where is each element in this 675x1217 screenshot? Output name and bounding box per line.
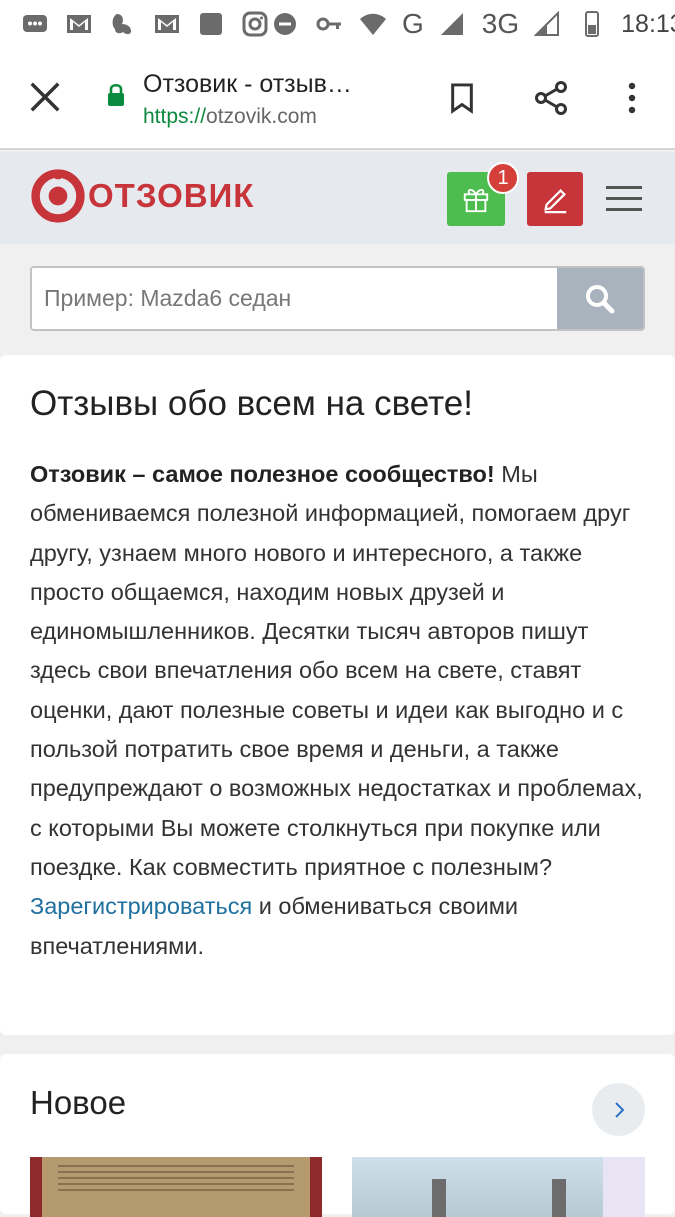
search-icon	[586, 284, 615, 313]
hangouts-icon	[108, 11, 138, 37]
new-item-thumbnail[interactable]	[352, 1157, 645, 1217]
gmail-icon	[152, 11, 182, 37]
gift-count-badge: 1	[487, 162, 519, 194]
thumbnail-image	[432, 1179, 446, 1217]
lock-icon	[106, 82, 126, 113]
thumbnail-texture	[58, 1165, 294, 1195]
next-button[interactable]	[592, 1083, 645, 1136]
gift-icon	[463, 189, 489, 213]
url-scheme: https://	[143, 105, 207, 128]
network-type: G	[402, 8, 424, 39]
messages-icon	[20, 11, 50, 37]
logo-text: ОТЗОВИК	[88, 177, 255, 214]
close-tab-icon[interactable]	[28, 80, 62, 114]
share-icon[interactable]	[531, 78, 571, 118]
status-bar: G 3G 18:13	[0, 0, 675, 48]
about-heading: Отзывы обо всем на свете!	[30, 384, 473, 423]
write-review-button[interactable]	[527, 172, 583, 226]
pencil-icon	[544, 188, 567, 214]
new-section: Новое	[0, 1054, 675, 1217]
gmail-icon	[64, 11, 94, 37]
browser-toolbar: Отзовик - отзыв… https://otzovik.com	[0, 48, 675, 150]
register-link[interactable]: Зарегистрироваться	[30, 893, 252, 919]
instagram-icon	[240, 11, 270, 37]
site-header: ОТЗОВИК	[0, 152, 675, 244]
page-title: Отзовик - отзыв…	[143, 70, 352, 98]
new-item-thumbnail[interactable]	[30, 1157, 322, 1217]
bookmark-icon[interactable]	[442, 78, 482, 118]
new-heading: Новое	[30, 1084, 127, 1121]
thumbnail-image	[603, 1157, 645, 1217]
key-icon	[314, 11, 344, 37]
about-text: Отзовик – самое полезное сообщество! Мы …	[30, 455, 645, 966]
thumbnail-image	[552, 1179, 566, 1217]
address-bar[interactable]: https://otzovik.com	[143, 105, 317, 129]
battery-icon	[577, 11, 607, 37]
search-input[interactable]	[32, 268, 557, 329]
overflow-menu-icon[interactable]	[612, 78, 652, 118]
search-button[interactable]	[557, 268, 643, 329]
clock: 18:13	[621, 9, 675, 38]
about-lead: Отзовик – самое полезное сообщество!	[30, 461, 495, 487]
network-type-2: 3G	[481, 8, 520, 39]
signal-icon	[438, 11, 468, 37]
hamburger-menu-icon[interactable]	[604, 178, 644, 218]
about-card: Отзывы обо всем на свете! Отзовик – само…	[0, 355, 675, 1035]
site-logo[interactable]: ОТЗОВИК	[30, 168, 254, 224]
signal-icon	[533, 11, 563, 37]
chevron-right-icon	[614, 1101, 624, 1118]
wifi-icon	[358, 11, 388, 37]
about-body: Мы обмениваемся полезной информацией, по…	[30, 461, 643, 880]
logo-mark-icon	[31, 169, 85, 223]
dnd-icon	[270, 11, 300, 37]
app-icon	[196, 11, 226, 37]
url-host: otzovik.com	[206, 105, 317, 128]
search-bar	[30, 266, 645, 331]
